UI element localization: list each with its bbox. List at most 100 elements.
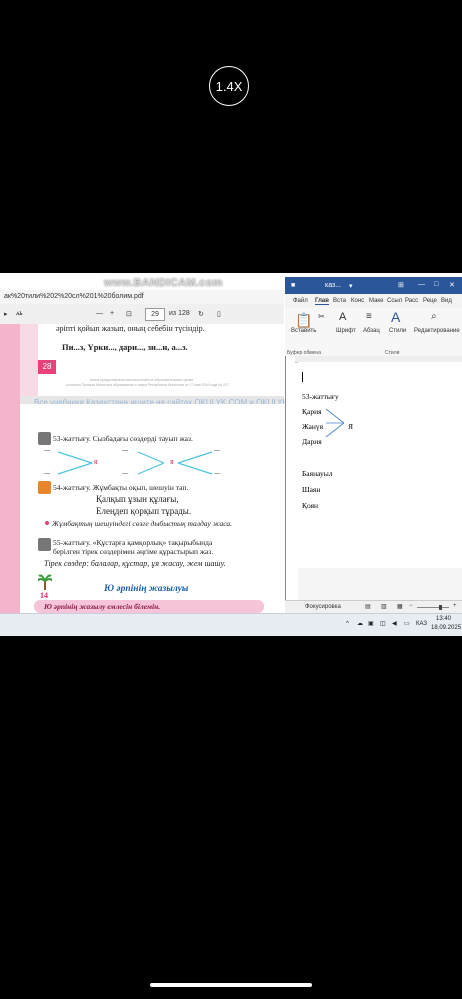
- pdf-address-bar[interactable]: ак%20тили%202%20сл%201%20болим.pdf: [0, 290, 284, 304]
- focus-mode-button[interactable]: Фокусировка: [305, 604, 341, 610]
- tab-file[interactable]: Файл: [293, 298, 308, 304]
- zoom-out-button[interactable]: —: [96, 310, 103, 317]
- paste-icon[interactable]: 📋: [295, 312, 312, 329]
- page-number-input[interactable]: 29: [145, 308, 165, 321]
- riddle-line-1: Қалқып ұзын құлағы,: [96, 494, 179, 504]
- exercise-55-line2: берілген тірек сөздерімен әңгіме құрасты…: [53, 547, 214, 556]
- font-button[interactable]: Шрифт: [336, 328, 356, 334]
- doc-list-item-2: Шаян: [302, 485, 321, 494]
- riddle-line-2: Елеңдеп қорқып тұрады.: [96, 506, 192, 516]
- clock-date[interactable]: 18.09.2025: [431, 625, 461, 631]
- tab-view[interactable]: Вид: [441, 298, 452, 304]
- styles-button[interactable]: Стили: [389, 328, 406, 334]
- read-mode-icon[interactable]: ▤: [365, 603, 371, 610]
- tab-home[interactable]: Глав: [315, 298, 329, 305]
- tab-insert[interactable]: Вста: [333, 298, 346, 304]
- page1-line1: әріпті қойып жазып, оның себебін түсінді…: [56, 324, 205, 333]
- exercise-55-line1: 55-жаттығу. «Құстарға қамқорлық» тақырыб…: [53, 538, 213, 547]
- page-gap: [298, 568, 462, 600]
- security-icon[interactable]: ▣: [368, 620, 374, 627]
- dots-placeholder: ...: [214, 467, 220, 476]
- diagram-line: [137, 462, 165, 475]
- page-number-badge: 28: [38, 360, 56, 374]
- home-indicator[interactable]: [150, 983, 312, 987]
- zoom-slider[interactable]: [417, 607, 449, 608]
- autosave-icon[interactable]: ■: [291, 282, 295, 289]
- page-view-icon[interactable]: ▯: [217, 310, 221, 318]
- battery-icon[interactable]: ▭: [404, 620, 410, 627]
- page-margin-decoration: [0, 324, 20, 634]
- lesson-number: 14: [40, 591, 48, 600]
- diagram-line: [177, 462, 213, 475]
- tab-layout[interactable]: Маке: [369, 298, 383, 304]
- riddle-icon: [38, 481, 51, 499]
- document-page[interactable]: 53-жаттығу Қария Жанүя Дария Я Баянауыл …: [298, 362, 462, 600]
- minimize-button[interactable]: —: [418, 281, 425, 288]
- ribbon-display-icon[interactable]: ⊞: [398, 281, 404, 289]
- tab-design[interactable]: Конс: [351, 298, 364, 304]
- cloud-icon[interactable]: ☁: [357, 620, 363, 627]
- font-icon[interactable]: A: [339, 311, 346, 323]
- clock-time[interactable]: 13:40: [436, 616, 451, 622]
- paragraph-icon[interactable]: ≡: [366, 311, 372, 322]
- tab-references[interactable]: Ссыл: [387, 298, 402, 304]
- zoom-minus-button[interactable]: −: [409, 603, 413, 609]
- close-button[interactable]: ✕: [449, 281, 455, 289]
- pdf-toolbar: ▸ ꭺꮟ — + ⊡ 29 из 128 ↻ ▯: [0, 304, 284, 325]
- footer-note-2: согласно Приказа Министра образования и …: [66, 383, 229, 387]
- doc-heading: 53-жаттығу: [302, 392, 339, 401]
- ya-letter: я: [170, 457, 174, 466]
- playback-speed-badge[interactable]: 1.4X: [209, 66, 249, 106]
- doc-word-1: Қария: [302, 407, 322, 416]
- document-title: каз...: [325, 282, 342, 289]
- doc-list-item-3: Қоян: [302, 501, 319, 510]
- page1-line2: Пи...з, Үрки..., дари..., зи...н, а...з.: [62, 342, 188, 352]
- search-icon[interactable]: ⌕: [431, 311, 437, 322]
- web-layout-icon[interactable]: ▦: [397, 603, 403, 610]
- styles-icon[interactable]: A: [391, 309, 400, 325]
- word-titlebar: ■ каз... ▾ ⊞ — □ ✕: [285, 277, 462, 294]
- dots-placeholder: ...: [214, 444, 220, 453]
- paste-button[interactable]: Вставить: [291, 328, 316, 334]
- exercise-53-text: 53-жаттығу. Сызбадағы сөздерді тауып жаз…: [53, 434, 193, 443]
- paragraph-button[interactable]: Абзац: [363, 328, 380, 334]
- read-aloud-icon[interactable]: ꭺꮟ: [16, 310, 23, 318]
- fit-page-icon[interactable]: ⊡: [126, 310, 132, 318]
- bullet-task: Жұмбақтың шешуіндегі сөзге дыбыстық талд…: [52, 519, 233, 528]
- sidebar-icon[interactable]: ▸: [4, 310, 8, 318]
- dots-placeholder: ...: [44, 467, 50, 476]
- diagram-line: [137, 451, 165, 464]
- word-statusbar: Фокусировка ▤ ▥ ▦ − +: [285, 600, 462, 614]
- zoom-in-button[interactable]: +: [110, 310, 114, 317]
- zoom-plus-button[interactable]: +: [453, 603, 457, 609]
- print-layout-icon[interactable]: ▥: [381, 603, 387, 610]
- doc-word-3: Дария: [302, 437, 322, 446]
- zoom-slider-thumb[interactable]: [439, 605, 442, 610]
- editing-button[interactable]: Редактирование: [414, 328, 460, 334]
- dots-placeholder: ...: [122, 444, 128, 453]
- maximize-button[interactable]: □: [434, 281, 438, 288]
- language-indicator[interactable]: КАЗ: [416, 621, 427, 627]
- volume-icon[interactable]: ◀: [392, 620, 397, 627]
- lesson-title: Ю әрпінің жазылуы: [104, 584, 189, 594]
- palm-tree-icon: [37, 574, 53, 590]
- rotate-icon[interactable]: ↻: [198, 310, 204, 318]
- ya-diagram: [57, 451, 213, 475]
- support-words: Тірек сөздер: балалар, құстар, ұя жасау,…: [44, 559, 226, 568]
- page-total: из 128: [169, 310, 190, 317]
- cut-icon[interactable]: ✂: [318, 312, 325, 321]
- tab-mailings[interactable]: Расс: [405, 298, 418, 304]
- network-icon[interactable]: ◫: [380, 620, 386, 627]
- pencil-icon: [38, 538, 51, 556]
- chevron-down-icon[interactable]: ▾: [349, 282, 353, 290]
- text-cursor: [302, 372, 303, 382]
- doc-list-item-1: Баянауыл: [302, 469, 333, 478]
- chevron-up-icon[interactable]: ^: [346, 621, 349, 627]
- bandicam-watermark: www.BANDICAM.com: [104, 277, 223, 289]
- word-ribbon: 📋 Вставить ✂ A Шрифт ≡ Абзац A Стили ⌕ Р…: [285, 308, 462, 351]
- diagram-line: [57, 451, 93, 464]
- tab-review[interactable]: Реце: [423, 298, 437, 304]
- arrow-line: [325, 422, 345, 438]
- bullet-icon: [45, 521, 49, 525]
- doc-word-2: Жанүя: [302, 422, 324, 431]
